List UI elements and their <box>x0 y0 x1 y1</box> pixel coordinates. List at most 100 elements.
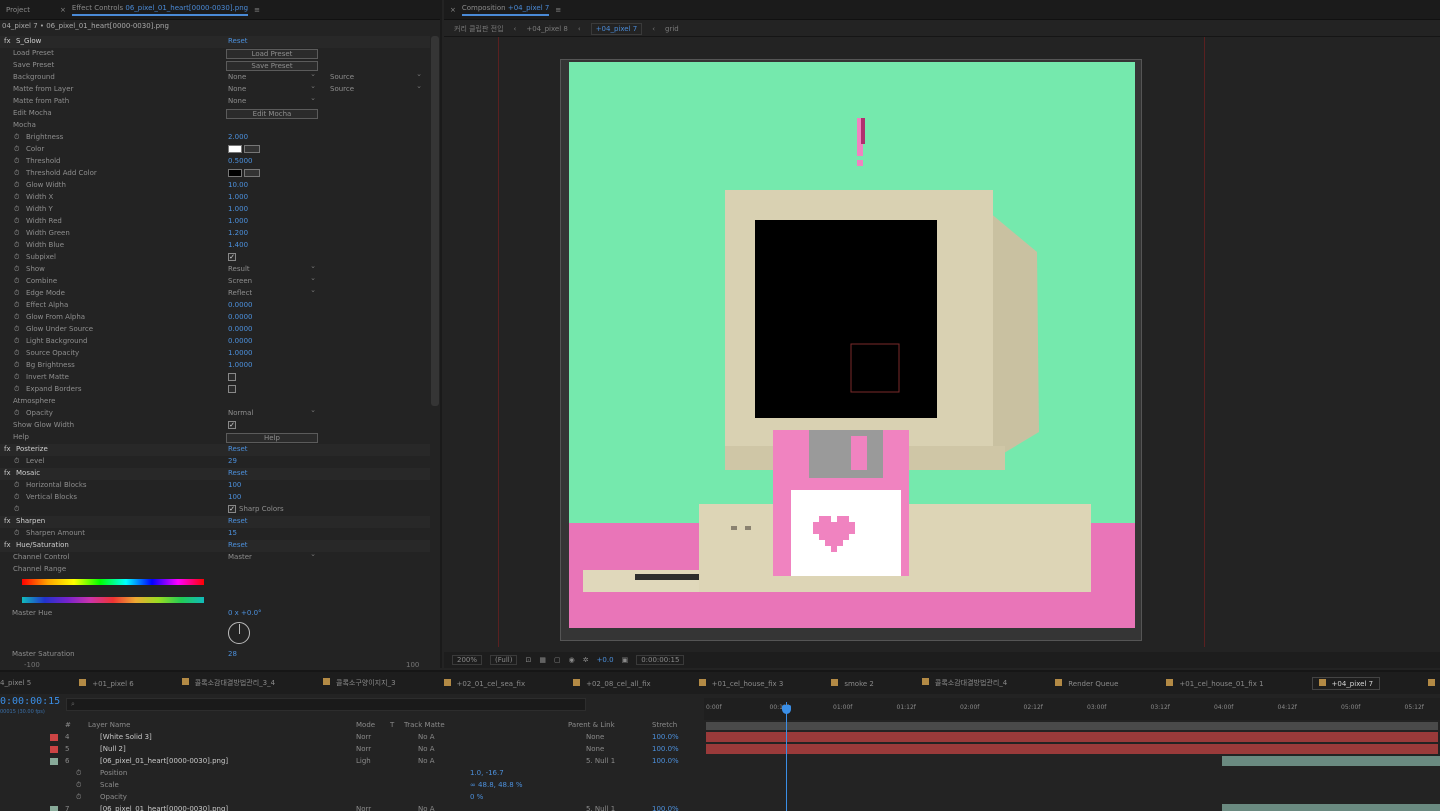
layer-row[interactable]: 5 [Null 2] Norr No A None 100.0% <box>0 744 704 756</box>
layer-row[interactable]: 6 [06_pixel_01_heart[0000-0030].png] Ligh N… <box>0 756 704 768</box>
track-bar-7[interactable] <box>1222 804 1440 811</box>
effect-controls-scrollbar[interactable] <box>431 36 439 406</box>
layer-property-row[interactable]: ⏱ Opacity 0 % <box>0 792 704 804</box>
layer-mode-dropdown[interactable]: Norr <box>356 733 371 741</box>
stopwatch-icon[interactable]: ⏱ <box>14 361 19 370</box>
effect-property-row[interactable]: ⏱ Sharpen Amount 15 <box>0 528 430 540</box>
property-value[interactable]: 29 <box>228 457 237 465</box>
stopwatch-icon[interactable]: ⏱ <box>14 505 19 514</box>
effect-property-row[interactable]: Save Preset Save Preset <box>0 60 430 72</box>
breadcrumb-item[interactable]: +04_pixel 8 <box>526 25 568 33</box>
effect-property-row[interactable]: ⏱ Show Result <box>0 262 430 276</box>
reset-link[interactable]: Reset <box>228 445 248 453</box>
effect-property-row[interactable]: ⏱ Horizontal Blocks 100 <box>0 480 430 492</box>
effect-header[interactable]: fx S_Glow Reset <box>0 36 430 48</box>
reset-link[interactable]: Reset <box>228 541 248 549</box>
effect-property-row[interactable]: ⏱ Effect Alpha 0.0000 <box>0 300 430 312</box>
effect-property-row[interactable]: Edit Mocha Edit Mocha <box>0 108 430 120</box>
effect-property-row[interactable]: ⏱ Level 29 <box>0 456 430 468</box>
breadcrumb-item[interactable]: +04_pixel 7 <box>590 22 643 35</box>
col-layer-name[interactable]: Layer Name <box>88 721 130 729</box>
effect-property-row[interactable]: ⏱ Light Background 0.0000 <box>0 336 430 348</box>
timeline-current-time[interactable]: 0:00:00:15 <box>0 696 60 707</box>
stopwatch-icon[interactable]: ⏱ <box>14 277 19 286</box>
stopwatch-icon[interactable]: ⏱ <box>14 229 19 238</box>
timeline-tab[interactable]: grid <box>1428 678 1440 688</box>
property-value[interactable]: 0.0000 <box>228 325 253 333</box>
layer-label-color[interactable] <box>50 746 58 753</box>
stopwatch-icon[interactable]: ⏱ <box>14 289 19 298</box>
stopwatch-icon[interactable]: ⏱ <box>14 193 19 202</box>
property-value[interactable]: 1.0000 <box>228 349 253 357</box>
stopwatch-icon[interactable]: ⏱ <box>14 373 19 382</box>
stopwatch-icon[interactable]: ⏱ <box>14 157 19 166</box>
layer-mode-dropdown[interactable]: Norr <box>356 805 371 811</box>
effect-property-row[interactable]: ⏱ Color <box>0 144 430 156</box>
timeline-tab[interactable]: +01_pixel 6 <box>79 678 134 688</box>
layer-property-value[interactable]: ∞ 48.8, 48.8 % <box>470 781 523 789</box>
layer-stretch[interactable]: 100.0% <box>652 757 679 765</box>
layer-label-color[interactable] <box>50 758 58 765</box>
property-value[interactable]: 1.200 <box>228 229 248 237</box>
stopwatch-icon[interactable]: ⏱ <box>14 145 19 154</box>
resolution-dropdown[interactable]: (Full) <box>490 655 518 665</box>
effect-property-row[interactable]: Mocha <box>0 120 430 132</box>
parent-dropdown[interactable]: None <box>586 733 604 741</box>
property-dropdown[interactable]: Screen <box>228 274 316 287</box>
track-bar-4[interactable] <box>706 732 1438 742</box>
layer-stretch[interactable]: 100.0% <box>652 733 679 741</box>
property-dropdown-secondary[interactable]: Source <box>330 82 422 95</box>
layer-name[interactable]: [Null 2] <box>100 745 126 753</box>
stopwatch-icon[interactable]: ⏱ <box>14 457 19 466</box>
checkbox[interactable]: ✓ <box>228 253 236 261</box>
effect-property-row[interactable]: Background None Source <box>0 70 430 84</box>
stopwatch-icon[interactable]: ⏱ <box>76 781 81 790</box>
property-value[interactable]: 10.00 <box>228 181 248 189</box>
timeline-tab[interactable]: +01_cel_house_01_fix 1 <box>1166 678 1264 688</box>
track-matte-dropdown[interactable]: No A <box>418 805 435 811</box>
checkbox[interactable]: ✓ <box>228 505 236 513</box>
tab-project[interactable]: Project <box>6 6 30 14</box>
stopwatch-icon[interactable]: ⏱ <box>14 481 19 490</box>
exposure-icon[interactable]: ✲ <box>583 656 589 664</box>
eyedropper-icon[interactable] <box>244 169 260 177</box>
timeline-tab[interactable]: 콜록소구양이지지_3 <box>323 678 396 688</box>
layer-label-color[interactable] <box>50 734 58 741</box>
stopwatch-icon[interactable]: ⏱ <box>14 529 19 538</box>
layer-search-input[interactable]: ⌕ <box>66 698 586 711</box>
fx-toggle-icon[interactable]: fx <box>4 469 11 477</box>
breadcrumb-item[interactable]: 커리 클립판 전입 <box>454 24 504 34</box>
stopwatch-icon[interactable]: ⏱ <box>14 241 19 250</box>
property-dropdown[interactable]: Master <box>228 550 316 563</box>
property-dropdown[interactable]: None <box>228 82 316 95</box>
effect-property-row[interactable]: Channel Range <box>0 564 430 576</box>
stopwatch-icon[interactable]: ⏱ <box>14 253 19 262</box>
checkbox[interactable] <box>228 385 236 393</box>
timeline-tab[interactable]: +02_08_cel_all_fix <box>573 678 651 688</box>
property-value[interactable]: 0.0000 <box>228 337 253 345</box>
fx-toggle-icon[interactable]: fx <box>4 541 11 549</box>
composition-viewer[interactable] <box>560 59 1142 641</box>
property-value[interactable]: 0.0000 <box>228 301 253 309</box>
stopwatch-icon[interactable]: ⏱ <box>14 313 19 322</box>
master-hue-value[interactable]: 0 x +0.0° <box>228 609 262 617</box>
color-swatch[interactable] <box>228 145 242 153</box>
fx-toggle-icon[interactable]: fx <box>4 37 11 45</box>
effect-property-row[interactable]: Atmosphere <box>0 396 430 408</box>
checkbox[interactable]: ✓ <box>228 421 236 429</box>
effect-property-row[interactable]: Channel Control Master <box>0 550 430 564</box>
stopwatch-icon[interactable]: ⏱ <box>14 337 19 346</box>
property-dropdown-secondary[interactable]: Source <box>330 70 422 83</box>
effect-property-row[interactable]: Help Help <box>0 432 430 444</box>
tab-composition[interactable]: Composition +04_pixel 7 <box>461 4 550 16</box>
layer-property-row[interactable]: ⏱ Scale ∞ 48.8, 48.8 % <box>0 780 704 792</box>
stopwatch-icon[interactable]: ⏱ <box>76 769 81 778</box>
timeline-tab[interactable]: +04_pixel 7 <box>1311 676 1381 690</box>
panel-menu-icon[interactable]: ≡ <box>555 6 561 14</box>
stopwatch-icon[interactable]: ⏱ <box>76 793 81 802</box>
timeline-tab[interactable]: +02_01_cel_sea_fix <box>443 678 525 688</box>
property-value[interactable]: 1.400 <box>228 241 248 249</box>
parent-dropdown[interactable]: None <box>586 745 604 753</box>
eyedropper-icon[interactable] <box>244 145 260 153</box>
property-dropdown[interactable]: None <box>228 94 316 107</box>
